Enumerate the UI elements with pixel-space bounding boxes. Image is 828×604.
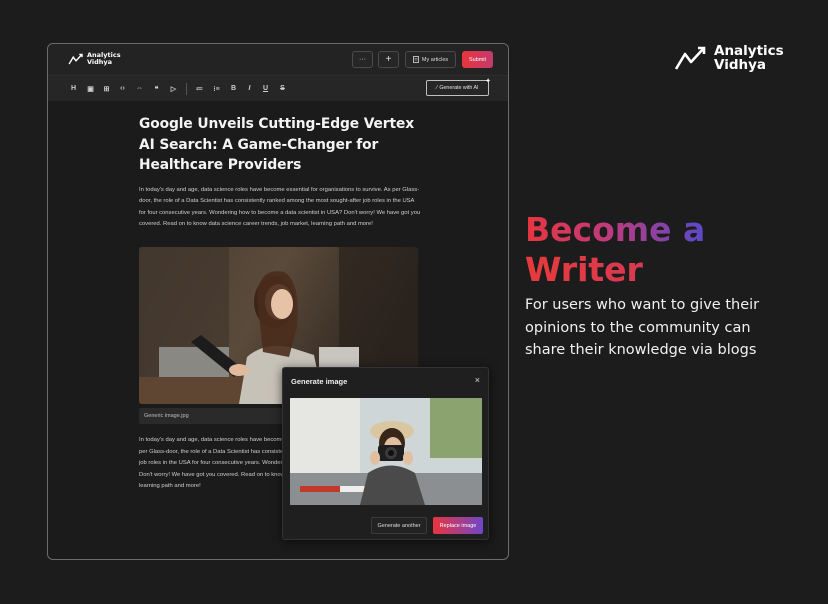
bold-icon[interactable]: B — [228, 83, 239, 94]
article-title[interactable]: Google Unveils Cutting-Edge Vertex AI Se… — [139, 114, 419, 176]
play-tool-icon[interactable]: ▷ — [168, 83, 179, 94]
italic-icon[interactable]: I — [244, 83, 255, 94]
image-tool-icon[interactable]: ▣ — [85, 83, 96, 94]
quote-tool-icon[interactable]: ❝ — [151, 83, 162, 94]
headline-line-1: Become a — [525, 210, 706, 249]
trend-up-icon — [674, 46, 706, 70]
editor-topbar: Analytics Vidhya ··· + My articles Submi… — [48, 44, 508, 75]
article-paragraph[interactable]: In today's day and age, data science rol… — [139, 185, 421, 231]
close-icon[interactable]: × — [475, 375, 480, 385]
trend-up-icon — [68, 53, 83, 65]
generate-with-ai-button[interactable]: ⁄ Generate with AI ✦ — [426, 78, 491, 96]
article-body[interactable]: Google Unveils Cutting-Edge Vertex AI Se… — [139, 114, 421, 231]
replace-image-button[interactable]: Replace image — [433, 517, 483, 534]
promo-headline: Become a Writer — [525, 210, 705, 290]
promo-logo: Analytics Vidhya — [674, 44, 784, 72]
magic-wand-icon: ⁄ — [436, 85, 438, 91]
my-articles-label: My articles — [421, 56, 449, 63]
heading-tool-icon[interactable]: H — [68, 83, 79, 94]
more-options-button[interactable]: ··· — [352, 51, 373, 68]
table-tool-icon[interactable]: ⊞ — [101, 83, 112, 94]
generate-with-ai-label: Generate with AI — [439, 85, 479, 91]
modal-title: Generate image — [291, 377, 348, 386]
generated-image — [290, 398, 482, 505]
generate-another-button[interactable]: Generate another — [371, 517, 427, 534]
toolbar-divider — [186, 83, 187, 95]
code-tool-icon[interactable]: ‹› — [117, 83, 128, 94]
link-tool-icon[interactable]: ⇔ — [134, 83, 145, 94]
headline-line-2: Writer — [525, 250, 705, 290]
submit-button[interactable]: Submit — [462, 51, 493, 68]
strikethrough-icon[interactable]: S — [277, 83, 288, 94]
app-logo[interactable]: Analytics Vidhya — [68, 52, 121, 66]
generate-image-modal: Generate image × Generate another Replac… — [282, 367, 489, 540]
bullet-list-icon[interactable]: ⁝≡ — [211, 83, 222, 94]
underline-icon[interactable]: U — [260, 83, 271, 94]
article-paragraph-2[interactable]: In today's day and age, data science rol… — [139, 435, 289, 493]
add-button[interactable]: + — [378, 51, 399, 68]
promo-brand-name: Analytics Vidhya — [714, 43, 784, 73]
numbered-list-icon[interactable]: ≔ — [194, 83, 205, 94]
app-brand-name: Analytics Vidhya — [87, 51, 121, 66]
my-articles-button[interactable]: My articles — [405, 51, 456, 68]
document-icon — [412, 56, 419, 63]
promo-description: For users who want to give their opinion… — [525, 297, 760, 359]
format-toolbar: H ▣ ⊞ ‹› ⇔ ❝ ▷ ≔ ⁝≡ B I U S ⁄ Generate w… — [48, 75, 508, 101]
sparkle-icon: ✦ — [485, 78, 491, 85]
